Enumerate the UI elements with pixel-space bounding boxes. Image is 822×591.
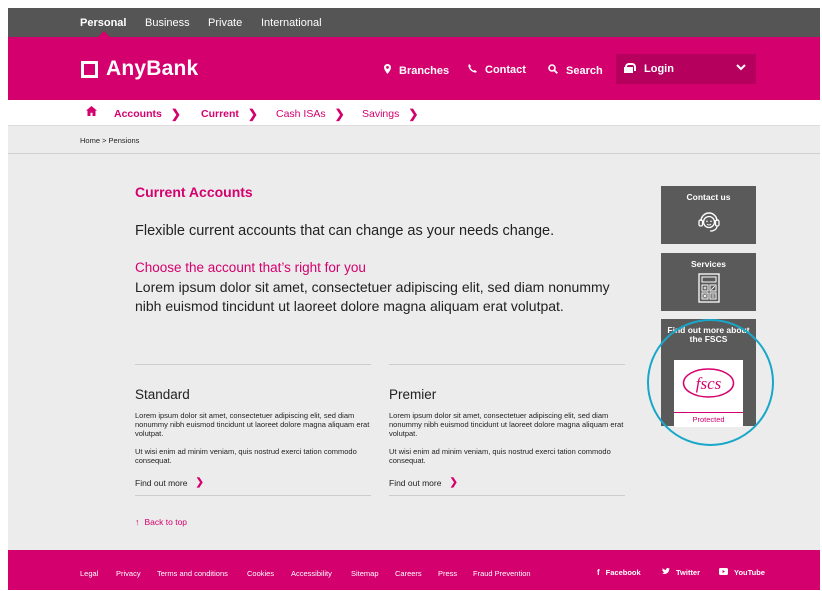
facebook-icon: f xyxy=(597,568,600,577)
account-description: Lorem ipsum dolor sit amet, consectetuer… xyxy=(135,411,370,438)
site-header: AnyBank Branches Contact Search Login xyxy=(8,37,820,100)
login-dropdown[interactable]: Login xyxy=(616,54,756,84)
account-description: Lorem ipsum dolor sit amet, consectetuer… xyxy=(389,411,624,438)
lead-text: Flexible current accounts that can chang… xyxy=(135,223,555,239)
headset-icon xyxy=(661,208,756,239)
chevron-right-icon: ❯ xyxy=(195,477,204,488)
chevron-right-icon: ❯ xyxy=(408,107,419,121)
page: Personal Business Private International … xyxy=(8,8,820,590)
chevron-right-icon: ❯ xyxy=(334,107,345,121)
facebook-link[interactable]: f Facebook xyxy=(597,568,641,577)
divider xyxy=(135,364,371,365)
brand-name: AnyBank xyxy=(106,57,199,80)
site-footer: Legal Privacy Terms and conditions Cooki… xyxy=(8,550,820,590)
subnav-item-cash-isas[interactable]: Cash ISAs ❯ xyxy=(276,107,345,121)
home-icon[interactable] xyxy=(86,106,97,116)
youtube-icon xyxy=(719,568,728,577)
divider xyxy=(389,495,625,496)
chevron-right-icon: ❯ xyxy=(449,477,458,488)
panel-title: Contact us xyxy=(686,192,731,202)
tab-private[interactable]: Private xyxy=(208,17,242,29)
section-subheading: Choose the account that’s right for you xyxy=(135,260,366,275)
facebook-label: Facebook xyxy=(605,568,641,577)
page-title: Current Accounts xyxy=(135,184,253,200)
map-pin-icon xyxy=(384,64,391,77)
youtube-link[interactable]: YouTube xyxy=(719,568,765,577)
link-label: Find out more xyxy=(135,477,188,488)
footer-link-sitemap[interactable]: Sitemap xyxy=(351,569,379,578)
subnav-item-current[interactable]: Current ❯ xyxy=(201,107,258,121)
account-description-2: Ut wisi enim ad minim veniam, quis nostr… xyxy=(389,447,611,465)
chevron-down-icon xyxy=(736,61,746,75)
account-description-2: Ut wisi enim ad minim veniam, quis nostr… xyxy=(135,447,357,465)
footer-link-fraud-prevention[interactable]: Fraud Prevention xyxy=(473,569,531,578)
divider xyxy=(389,364,625,365)
highlight-ring xyxy=(647,319,774,446)
footer-link-accessibility[interactable]: Accessibility xyxy=(291,569,332,578)
segment-bar: Personal Business Private International xyxy=(8,8,820,37)
subnav-label: Savings xyxy=(362,108,400,120)
intro-paragraph: Lorem ipsum dolor sit amet, consectetuer… xyxy=(135,279,610,314)
twitter-label: Twitter xyxy=(676,568,701,577)
find-out-more-link[interactable]: Find out more ❯ xyxy=(135,477,371,488)
search-label: Search xyxy=(566,64,603,77)
panel-title: Services xyxy=(691,259,726,269)
contact-label: Contact xyxy=(485,64,526,76)
tab-business[interactable]: Business xyxy=(145,17,190,29)
divider xyxy=(8,153,820,154)
chevron-right-icon: ❯ xyxy=(170,107,181,121)
logo-mark-icon xyxy=(81,60,98,78)
twitter-icon xyxy=(662,567,670,577)
account-title: Standard xyxy=(135,387,190,402)
subnav-label: Current xyxy=(201,108,239,120)
section-nav: Accounts ❯ Current ❯ Cash ISAs ❯ Savings ❯ xyxy=(8,100,820,126)
account-title: Premier xyxy=(389,387,437,402)
account-card-premier: Premier Lorem ipsum dolor sit amet, cons… xyxy=(389,364,625,496)
link-label: Find out more xyxy=(389,477,442,488)
back-to-top-link[interactable]: ↑ Back to top xyxy=(135,517,187,527)
back-to-top-label: Back to top xyxy=(144,517,188,527)
contact-us-panel[interactable]: Contact us xyxy=(661,186,756,244)
footer-link-legal[interactable]: Legal xyxy=(80,569,98,578)
search-icon xyxy=(548,64,558,77)
twitter-link[interactable]: Twitter xyxy=(662,567,701,577)
subnav-item-savings[interactable]: Savings ❯ xyxy=(362,107,418,121)
arrow-up-icon: ↑ xyxy=(135,517,140,527)
search-link[interactable]: Search xyxy=(548,64,603,77)
branches-link[interactable]: Branches xyxy=(384,64,449,77)
contact-link[interactable]: Contact xyxy=(468,64,526,76)
tab-international[interactable]: International xyxy=(261,17,322,29)
footer-link-terms[interactable]: Terms and conditions xyxy=(157,569,228,578)
chevron-right-icon: ❯ xyxy=(247,107,258,121)
services-panel[interactable]: Services xyxy=(661,253,756,311)
branches-label: Branches xyxy=(399,64,450,77)
footer-link-careers[interactable]: Careers xyxy=(395,569,422,578)
bank-logo[interactable]: AnyBank xyxy=(81,57,198,81)
divider xyxy=(135,495,371,496)
account-card-standard: Standard Lorem ipsum dolor sit amet, con… xyxy=(135,364,371,496)
phone-icon xyxy=(468,64,477,76)
youtube-label: YouTube xyxy=(734,568,765,577)
breadcrumb[interactable]: Home > Pensions xyxy=(80,136,139,145)
subnav-item-accounts[interactable]: Accounts ❯ xyxy=(114,107,181,121)
footer-link-press[interactable]: Press xyxy=(438,569,457,578)
subnav-label: Cash ISAs xyxy=(276,108,326,120)
login-label: Login xyxy=(644,63,674,75)
footer-link-cookies[interactable]: Cookies xyxy=(247,569,274,578)
subnav-label: Accounts xyxy=(114,108,162,120)
footer-link-privacy[interactable]: Privacy xyxy=(116,569,141,578)
tab-personal[interactable]: Personal xyxy=(80,17,126,29)
lock-icon xyxy=(624,63,636,73)
find-out-more-link[interactable]: Find out more ❯ xyxy=(389,477,625,488)
calculator-icon xyxy=(661,273,756,308)
